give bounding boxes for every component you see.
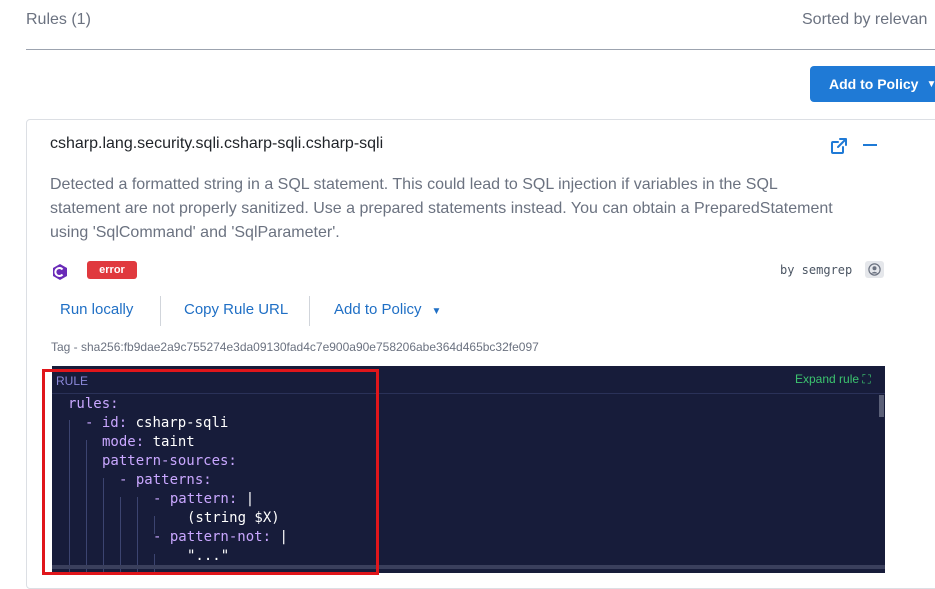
rules-header: Rules (1) Sorted by relevan bbox=[0, 0, 935, 50]
rule-tag: Tag - sha256:fb9dae2a9c755274e3da09130fa… bbox=[51, 340, 539, 354]
expand-rule-label: Expand rule bbox=[795, 372, 860, 386]
highlight-annotation-box bbox=[42, 369, 379, 575]
header-divider bbox=[26, 49, 935, 50]
action-divider bbox=[309, 296, 310, 326]
action-divider bbox=[160, 296, 161, 326]
rule-description: Detected a formatted string in a SQL sta… bbox=[50, 176, 833, 241]
sort-dropdown[interactable]: Sorted by relevan bbox=[802, 11, 927, 29]
add-to-policy-dropdown[interactable]: Add to Policy ▼ bbox=[334, 301, 441, 318]
expand-icon: ⛶ bbox=[862, 372, 871, 386]
chevron-down-icon: ▼ bbox=[926, 78, 935, 90]
chevron-down-icon: ▼ bbox=[431, 306, 442, 317]
severity-badge: error bbox=[87, 261, 137, 279]
rule-id: csharp.lang.security.sqli.csharp-sqli.cs… bbox=[50, 135, 384, 152]
user-avatar-icon bbox=[868, 263, 881, 276]
add-to-policy-dropdown-label: Add to Policy bbox=[334, 301, 422, 318]
copy-rule-url-button[interactable]: Copy Rule URL bbox=[184, 301, 288, 318]
add-to-policy-button[interactable]: Add to Policy ▼ bbox=[810, 66, 935, 102]
rules-count: Rules (1) bbox=[26, 11, 91, 28]
rule-author: by semgrep bbox=[780, 263, 853, 277]
vertical-scrollbar[interactable] bbox=[879, 395, 884, 417]
avatar bbox=[865, 261, 884, 278]
csharp-icon bbox=[53, 264, 67, 280]
run-locally-button[interactable]: Run locally bbox=[60, 301, 133, 318]
expand-rule-button[interactable]: Expand rule ⛶ bbox=[795, 372, 871, 387]
external-link-icon[interactable] bbox=[829, 136, 849, 156]
add-to-policy-label: Add to Policy bbox=[829, 76, 919, 92]
collapse-icon[interactable] bbox=[863, 144, 877, 146]
